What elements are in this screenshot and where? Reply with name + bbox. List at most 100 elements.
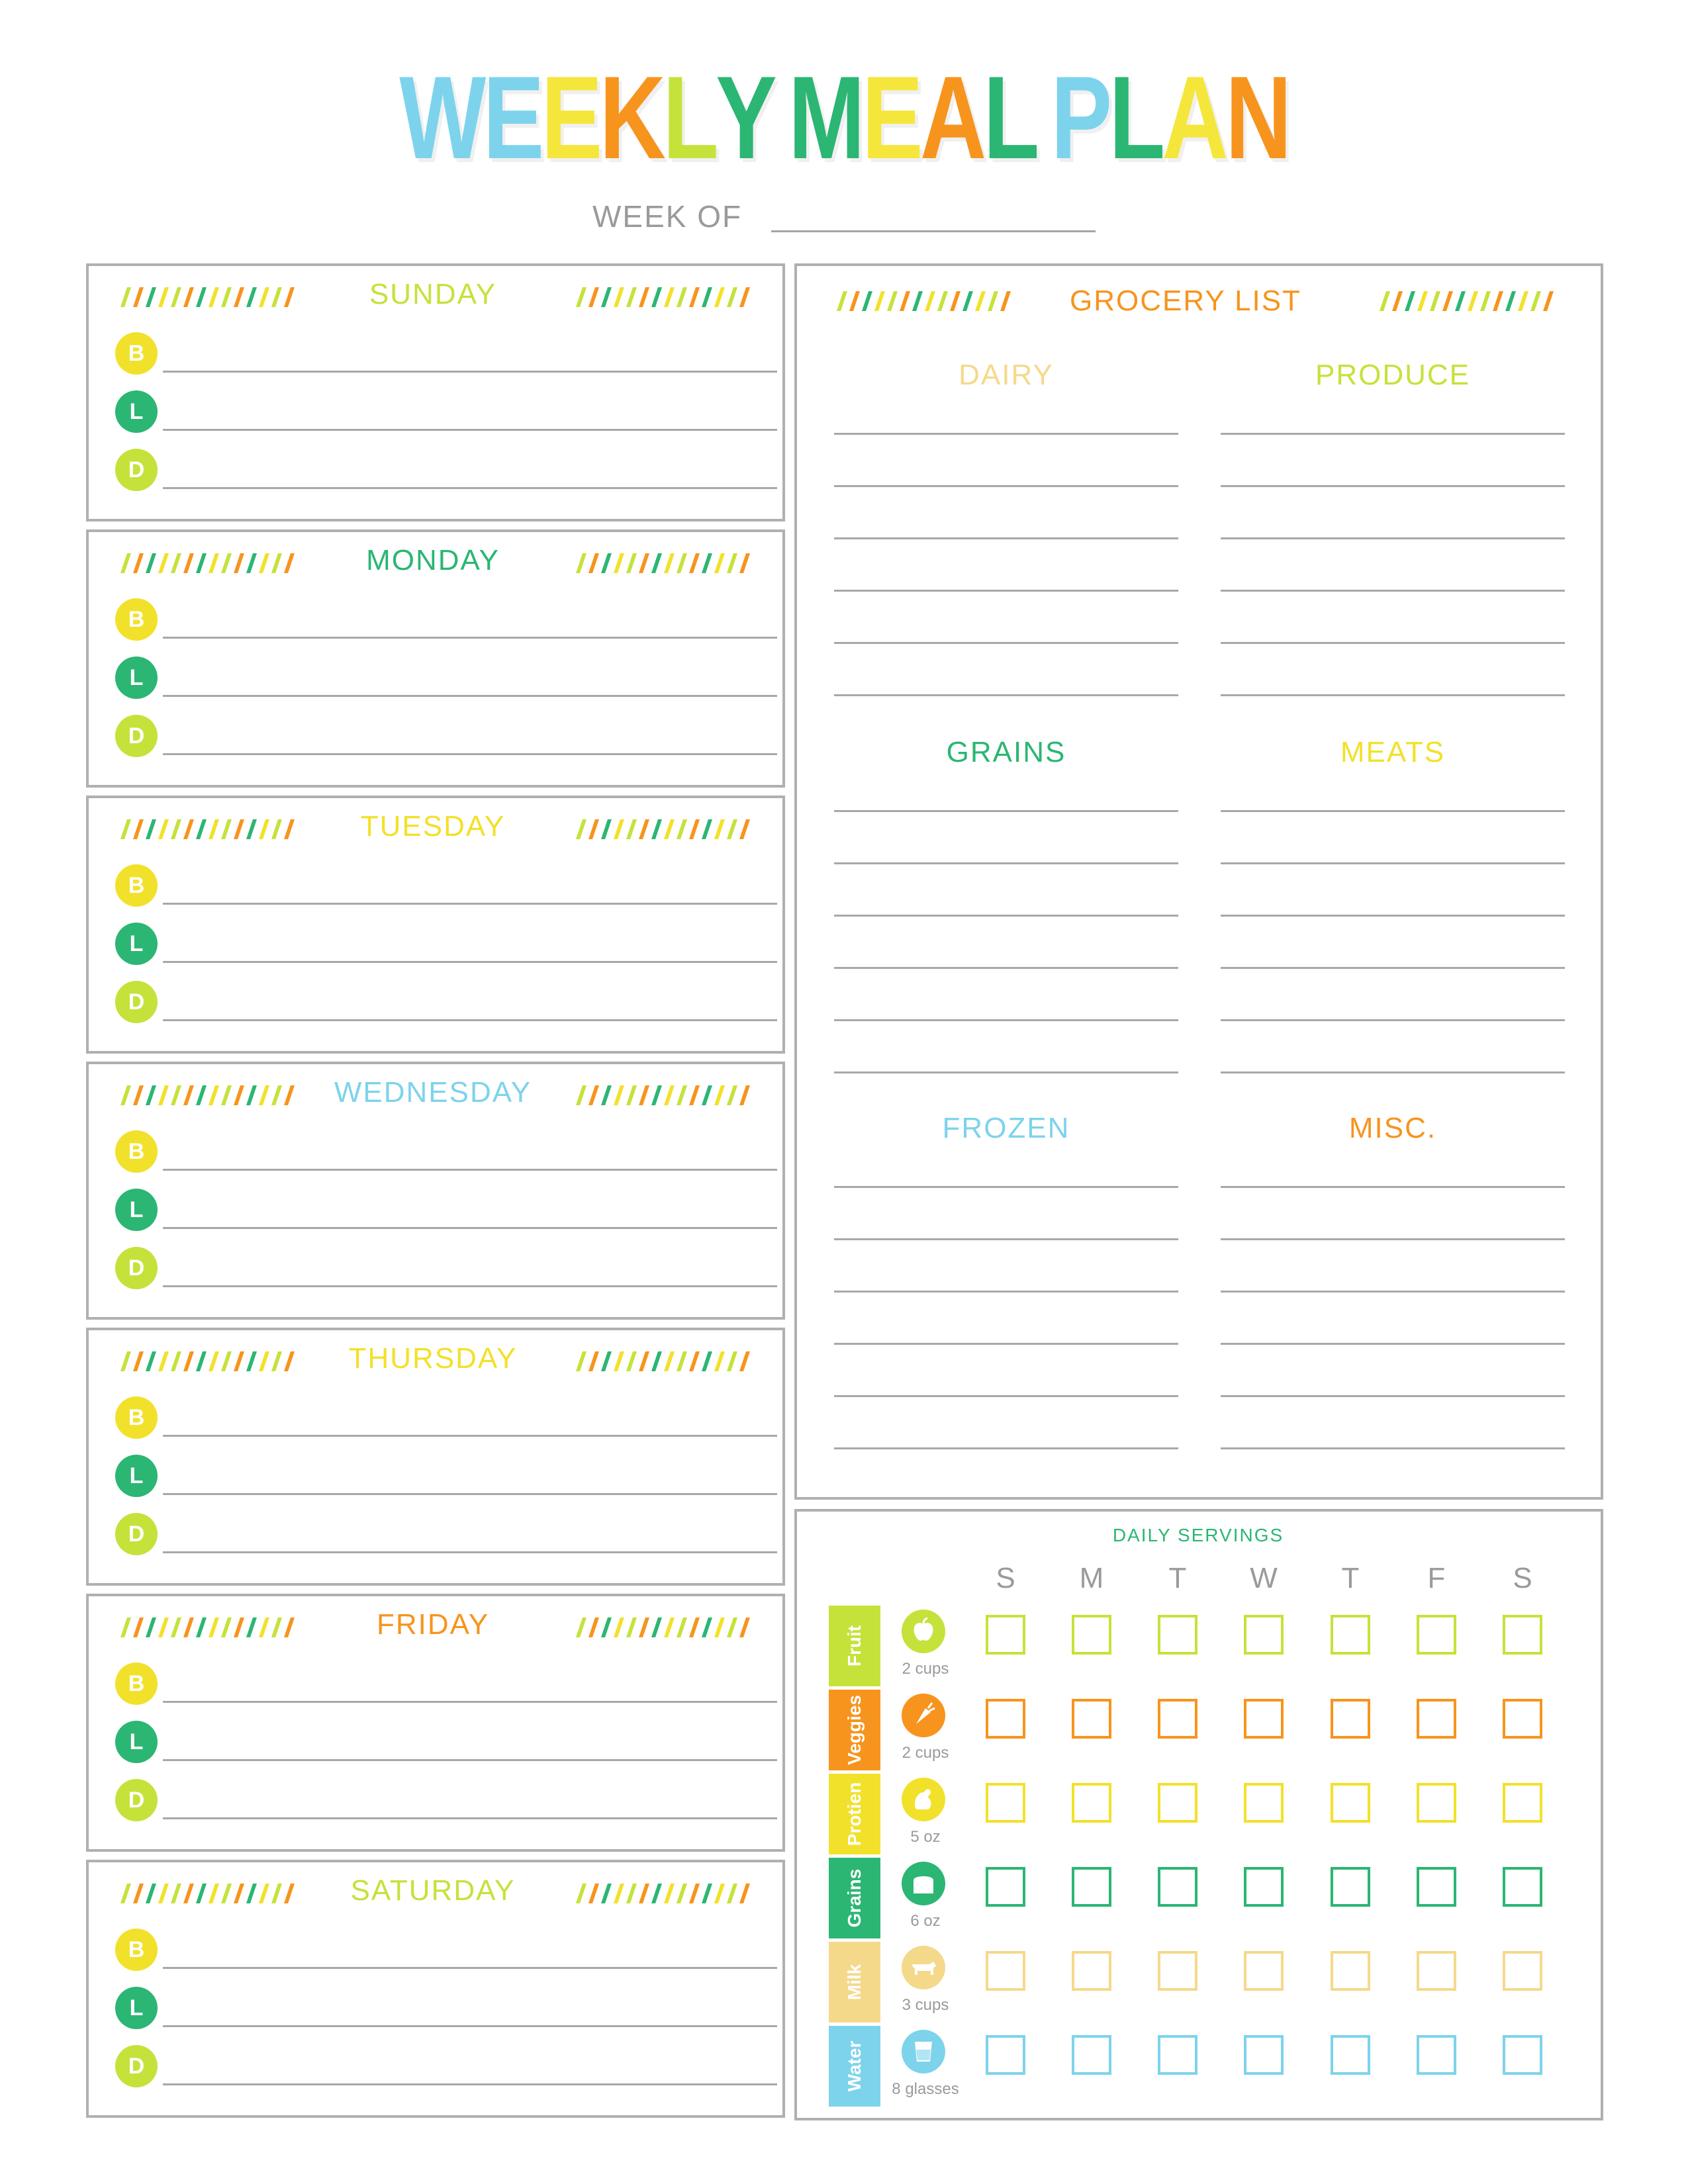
meal-row-l[interactable]: L bbox=[115, 1981, 777, 2034]
meal-row-b[interactable]: B bbox=[115, 593, 777, 646]
grocery-entry-line[interactable] bbox=[834, 1291, 1178, 1293]
serving-checkbox[interactable] bbox=[1331, 1699, 1370, 1739]
meal-entry-line[interactable] bbox=[163, 487, 777, 489]
serving-checkbox[interactable] bbox=[1417, 1783, 1456, 1823]
grocery-entry-line[interactable] bbox=[834, 1071, 1178, 1073]
grocery-entry-line[interactable] bbox=[1221, 537, 1565, 539]
meal-entry-line[interactable] bbox=[163, 1285, 777, 1287]
meal-entry-line[interactable] bbox=[163, 1701, 777, 1703]
grocery-entry-line[interactable] bbox=[834, 642, 1178, 644]
meal-entry-line[interactable] bbox=[163, 1493, 777, 1495]
serving-checkbox[interactable] bbox=[986, 1699, 1025, 1739]
meal-row-d[interactable]: D bbox=[115, 443, 777, 496]
serving-checkbox[interactable] bbox=[1331, 1615, 1370, 1655]
meal-entry-line[interactable] bbox=[163, 2083, 777, 2085]
meal-entry-line[interactable] bbox=[163, 695, 777, 697]
meal-row-d[interactable]: D bbox=[115, 976, 777, 1028]
serving-checkbox[interactable] bbox=[1244, 2035, 1284, 2075]
meal-row-d[interactable]: D bbox=[115, 709, 777, 762]
serving-checkbox[interactable] bbox=[1417, 2035, 1456, 2075]
meal-row-b[interactable]: B bbox=[115, 1657, 777, 1710]
grocery-entry-line[interactable] bbox=[834, 967, 1178, 969]
serving-checkbox[interactable] bbox=[1158, 1867, 1197, 1907]
grocery-entry-line[interactable] bbox=[1221, 433, 1565, 435]
meal-row-b[interactable]: B bbox=[115, 1125, 777, 1178]
serving-checkbox[interactable] bbox=[1072, 1615, 1111, 1655]
serving-checkbox[interactable] bbox=[1072, 1867, 1111, 1907]
grocery-entry-line[interactable] bbox=[1221, 694, 1565, 696]
meal-entry-line[interactable] bbox=[163, 1227, 777, 1229]
grocery-entry-line[interactable] bbox=[1221, 1238, 1565, 1240]
serving-checkbox[interactable] bbox=[1244, 1867, 1284, 1907]
serving-checkbox[interactable] bbox=[1417, 1951, 1456, 1991]
meal-row-l[interactable]: L bbox=[115, 385, 777, 438]
grocery-entry-line[interactable] bbox=[834, 1186, 1178, 1188]
meal-row-d[interactable]: D bbox=[115, 1774, 777, 1827]
grocery-entry-line[interactable] bbox=[834, 915, 1178, 917]
grocery-entry-line[interactable] bbox=[1221, 1019, 1565, 1021]
grocery-entry-line[interactable] bbox=[1221, 862, 1565, 864]
grocery-entry-line[interactable] bbox=[1221, 590, 1565, 592]
grocery-entry-line[interactable] bbox=[1221, 1447, 1565, 1449]
grocery-entry-line[interactable] bbox=[834, 1238, 1178, 1240]
grocery-entry-line[interactable] bbox=[834, 1343, 1178, 1345]
serving-checkbox[interactable] bbox=[1158, 1615, 1197, 1655]
grocery-entry-line[interactable] bbox=[834, 1019, 1178, 1021]
serving-checkbox[interactable] bbox=[1331, 2035, 1370, 2075]
grocery-entry-line[interactable] bbox=[834, 1447, 1178, 1449]
grocery-entry-line[interactable] bbox=[1221, 915, 1565, 917]
grocery-entry-line[interactable] bbox=[834, 537, 1178, 539]
serving-checkbox[interactable] bbox=[1503, 1615, 1542, 1655]
meal-row-d[interactable]: D bbox=[115, 2040, 777, 2093]
grocery-entry-line[interactable] bbox=[834, 862, 1178, 864]
grocery-entry-line[interactable] bbox=[1221, 1395, 1565, 1397]
grocery-entry-line[interactable] bbox=[834, 1395, 1178, 1397]
meal-entry-line[interactable] bbox=[163, 961, 777, 963]
serving-checkbox[interactable] bbox=[1158, 1783, 1197, 1823]
serving-checkbox[interactable] bbox=[986, 1867, 1025, 1907]
serving-checkbox[interactable] bbox=[1072, 1951, 1111, 1991]
grocery-entry-line[interactable] bbox=[1221, 1291, 1565, 1293]
serving-checkbox[interactable] bbox=[1417, 1615, 1456, 1655]
meal-row-d[interactable]: D bbox=[115, 1242, 777, 1295]
serving-checkbox[interactable] bbox=[1503, 1783, 1542, 1823]
serving-checkbox[interactable] bbox=[986, 2035, 1025, 2075]
grocery-entry-line[interactable] bbox=[834, 485, 1178, 487]
grocery-entry-line[interactable] bbox=[1221, 810, 1565, 812]
meal-entry-line[interactable] bbox=[163, 1967, 777, 1969]
meal-entry-line[interactable] bbox=[163, 1817, 777, 1819]
meal-entry-line[interactable] bbox=[163, 1019, 777, 1021]
serving-checkbox[interactable] bbox=[1244, 1783, 1284, 1823]
serving-checkbox[interactable] bbox=[1417, 1867, 1456, 1907]
serving-checkbox[interactable] bbox=[1331, 1867, 1370, 1907]
serving-checkbox[interactable] bbox=[1158, 1951, 1197, 1991]
grocery-entry-line[interactable] bbox=[834, 810, 1178, 812]
grocery-entry-line[interactable] bbox=[834, 694, 1178, 696]
meal-entry-line[interactable] bbox=[163, 2025, 777, 2027]
serving-checkbox[interactable] bbox=[1331, 1951, 1370, 1991]
meal-row-l[interactable]: L bbox=[115, 917, 777, 970]
grocery-entry-line[interactable] bbox=[1221, 1343, 1565, 1345]
meal-entry-line[interactable] bbox=[163, 1759, 777, 1761]
serving-checkbox[interactable] bbox=[1158, 1699, 1197, 1739]
meal-entry-line[interactable] bbox=[163, 753, 777, 755]
meal-row-b[interactable]: B bbox=[115, 327, 777, 380]
serving-checkbox[interactable] bbox=[1503, 1951, 1542, 1991]
grocery-entry-line[interactable] bbox=[1221, 642, 1565, 644]
meal-row-l[interactable]: L bbox=[115, 651, 777, 704]
meal-entry-line[interactable] bbox=[163, 371, 777, 373]
serving-checkbox[interactable] bbox=[986, 1783, 1025, 1823]
grocery-entry-line[interactable] bbox=[834, 590, 1178, 592]
serving-checkbox[interactable] bbox=[1072, 2035, 1111, 2075]
serving-checkbox[interactable] bbox=[1072, 1783, 1111, 1823]
serving-checkbox[interactable] bbox=[1417, 1699, 1456, 1739]
grocery-entry-line[interactable] bbox=[1221, 967, 1565, 969]
meal-row-b[interactable]: B bbox=[115, 859, 777, 912]
serving-checkbox[interactable] bbox=[1503, 1699, 1542, 1739]
meal-entry-line[interactable] bbox=[163, 903, 777, 905]
serving-checkbox[interactable] bbox=[1244, 1951, 1284, 1991]
meal-row-b[interactable]: B bbox=[115, 1923, 777, 1976]
serving-checkbox[interactable] bbox=[986, 1951, 1025, 1991]
serving-checkbox[interactable] bbox=[1503, 2035, 1542, 2075]
serving-checkbox[interactable] bbox=[1331, 1783, 1370, 1823]
